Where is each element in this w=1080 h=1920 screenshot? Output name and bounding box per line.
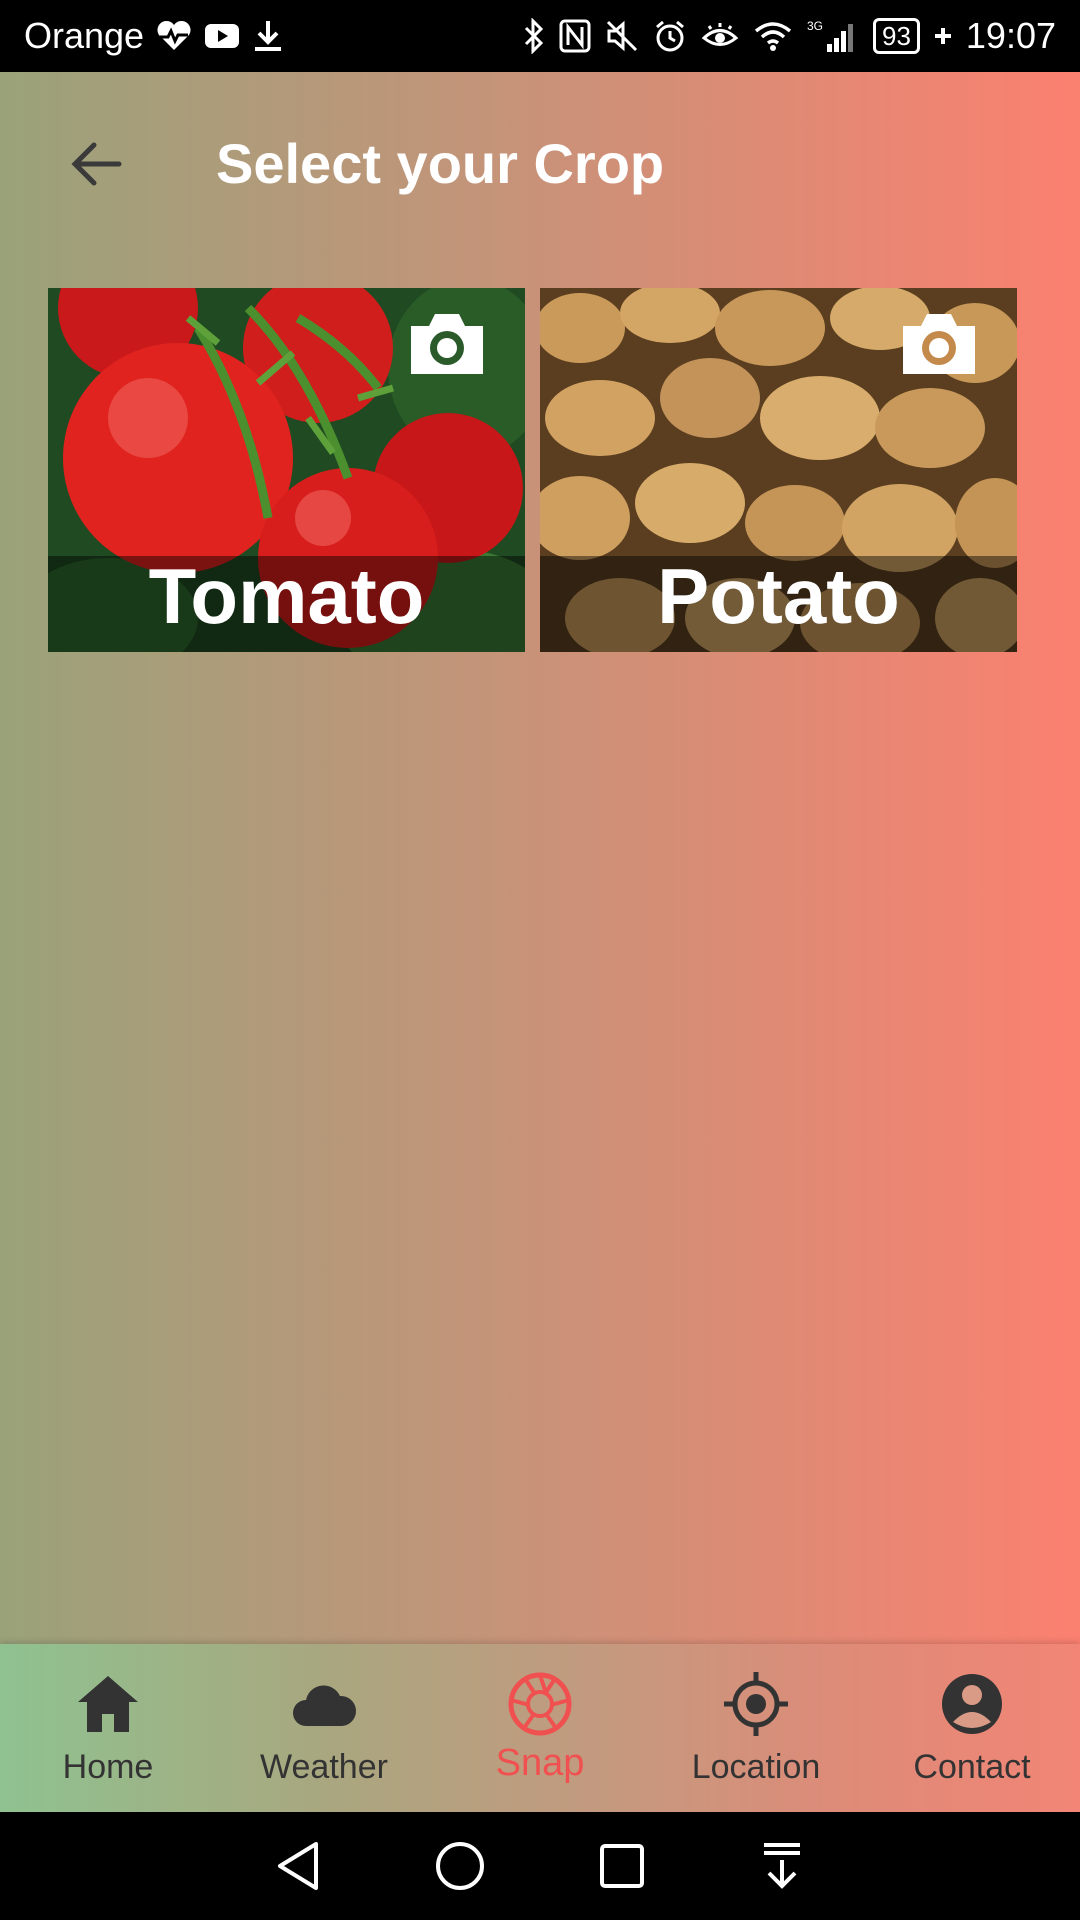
- charging-icon: [934, 27, 952, 45]
- nav-item-location[interactable]: Location: [648, 1644, 864, 1812]
- wifi-icon: [753, 20, 793, 52]
- page-title: Select your Crop: [216, 132, 665, 195]
- back-triangle-icon[interactable]: [274, 1840, 322, 1892]
- account-icon: [942, 1674, 1002, 1734]
- recents-square-icon[interactable]: [598, 1842, 646, 1890]
- system-navigation-bar: [0, 1812, 1080, 1920]
- youtube-icon: [204, 22, 240, 50]
- crosshair-icon: [724, 1672, 788, 1736]
- clock: 19:07: [965, 15, 1056, 56]
- nav-label-contact: Contact: [913, 1748, 1031, 1786]
- camera-icon[interactable]: [405, 308, 489, 380]
- download-icon: [252, 19, 284, 53]
- home-circle-icon[interactable]: [434, 1840, 486, 1892]
- shutter-icon: [508, 1672, 572, 1736]
- carrier-name: Orange: [24, 15, 145, 56]
- arrow-left-icon: [71, 142, 122, 186]
- crop-label-potato: Potato: [657, 552, 900, 640]
- nav-item-snap[interactable]: Snap: [432, 1644, 648, 1812]
- home-icon: [78, 1676, 138, 1732]
- status-bar: Orange 3G 93 19:07: [0, 0, 1080, 72]
- eye-comfort-icon: [701, 21, 739, 51]
- network-type-label: 3G: [807, 19, 823, 33]
- health-icon: [156, 20, 192, 52]
- nav-label-snap: Snap: [495, 1742, 585, 1784]
- app-content: Select your Crop Tomato Potato: [0, 72, 1080, 1812]
- crop-grid: Tomato Potato: [48, 288, 1018, 652]
- nav-item-home[interactable]: Home: [0, 1644, 216, 1812]
- mute-icon: [605, 19, 639, 53]
- nav-item-contact[interactable]: Contact: [864, 1644, 1080, 1812]
- crop-label-tomato: Tomato: [148, 552, 425, 640]
- app-bar: Select your Crop: [0, 72, 1080, 242]
- nav-label-home: Home: [62, 1748, 154, 1786]
- bluetooth-icon: [523, 18, 545, 54]
- back-button[interactable]: [56, 124, 136, 204]
- crop-card-potato[interactable]: Potato: [540, 288, 1017, 652]
- alarm-icon: [653, 19, 687, 53]
- camera-icon[interactable]: [897, 308, 981, 380]
- nav-label-location: Location: [691, 1748, 821, 1786]
- nfc-icon: [559, 19, 591, 53]
- nav-label-weather: Weather: [260, 1748, 388, 1786]
- bottom-navigation: Home Weather Snap Location Contact: [0, 1644, 1080, 1812]
- signal-icon: 3G: [807, 18, 859, 54]
- nav-item-weather[interactable]: Weather: [216, 1644, 432, 1812]
- notification-pulldown-icon[interactable]: [758, 1840, 806, 1892]
- battery-level: 93: [872, 18, 920, 54]
- cloud-icon: [293, 1685, 357, 1726]
- crop-card-tomato[interactable]: Tomato: [48, 288, 525, 652]
